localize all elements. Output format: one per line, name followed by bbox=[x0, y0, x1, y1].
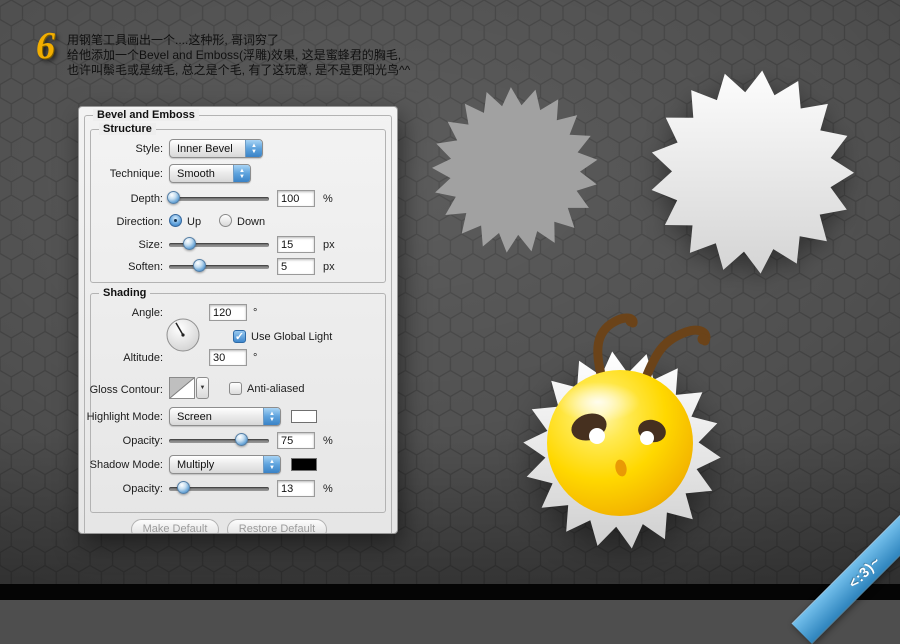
bee-eye-left-white bbox=[589, 428, 605, 444]
soften-unit: px bbox=[323, 261, 335, 273]
size-slider-thumb[interactable] bbox=[183, 237, 196, 250]
highlight-opacity-thumb[interactable] bbox=[235, 433, 248, 446]
style-dropdown-value: Inner Bevel bbox=[177, 143, 233, 155]
size-input[interactable] bbox=[277, 236, 315, 253]
arrow-down-icon: ▼ bbox=[239, 174, 245, 180]
altitude-unit: ° bbox=[253, 352, 257, 364]
gloss-contour-picker-button[interactable]: ▼ bbox=[196, 377, 209, 399]
bee-eye-right-white bbox=[640, 431, 654, 445]
size-label: Size: bbox=[79, 239, 163, 251]
direction-down-radio[interactable] bbox=[219, 214, 232, 227]
panel-title: Bevel and Emboss bbox=[93, 109, 199, 121]
bottom-black-bar bbox=[0, 584, 900, 600]
gloss-contour-thumbnail[interactable] bbox=[169, 377, 195, 399]
soften-input[interactable] bbox=[277, 258, 315, 275]
direction-label: Direction: bbox=[79, 216, 163, 228]
dropdown-arrows-icon: ▲ ▼ bbox=[233, 165, 250, 182]
size-unit: px bbox=[323, 239, 335, 251]
soften-slider[interactable] bbox=[169, 258, 269, 274]
angle-input[interactable] bbox=[209, 304, 247, 321]
dropdown-arrows-icon: ▲ ▼ bbox=[245, 140, 262, 157]
angle-dial[interactable] bbox=[165, 317, 201, 353]
shadow-opacity-label: Opacity: bbox=[79, 483, 163, 495]
shadow-opacity-unit: % bbox=[323, 483, 333, 495]
direction-down-label: Down bbox=[237, 216, 265, 228]
highlight-mode-value: Screen bbox=[177, 411, 212, 423]
depth-unit: % bbox=[323, 193, 333, 205]
altitude-input[interactable] bbox=[209, 349, 247, 366]
white-burst-shape bbox=[652, 71, 854, 274]
highlight-opacity-label: Opacity: bbox=[79, 435, 163, 447]
make-default-button[interactable]: Make Default bbox=[131, 519, 219, 534]
style-dropdown[interactable]: Inner Bevel ▲ ▼ bbox=[169, 139, 263, 158]
shadow-mode-value: Multiply bbox=[177, 459, 214, 471]
arrow-down-icon: ▼ bbox=[251, 149, 257, 155]
depth-slider[interactable] bbox=[169, 190, 269, 206]
depth-input[interactable] bbox=[277, 190, 315, 207]
soften-slider-thumb[interactable] bbox=[193, 259, 206, 272]
gray-burst-shape bbox=[432, 87, 597, 253]
tutorial-line-2: 给他添加一个Bevel and Emboss(浮雕)效果, 这是蜜蜂君的胸毛, bbox=[67, 48, 467, 63]
tutorial-line-3: 也许叫鬃毛或是绒毛, 总之是个毛, 有了这玩意, 是不是更阳光鸟^^ bbox=[67, 63, 467, 78]
technique-dropdown[interactable]: Smooth ▲ ▼ bbox=[169, 164, 251, 183]
shadow-mode-label: Shadow Mode: bbox=[79, 459, 163, 471]
highlight-mode-label: Highlight Mode: bbox=[79, 411, 163, 423]
arrow-down-icon: ▼ bbox=[269, 417, 275, 423]
depth-slider-track bbox=[169, 197, 269, 201]
bee-character bbox=[523, 316, 720, 549]
direction-up-label: Up bbox=[187, 216, 201, 228]
bee-antenna-right-tip bbox=[698, 334, 709, 345]
shading-title: Shading bbox=[99, 287, 150, 299]
use-global-light-checkbox[interactable]: ✓ bbox=[233, 330, 246, 343]
anti-aliased-label: Anti-aliased bbox=[247, 383, 304, 395]
soften-label: Soften: bbox=[79, 261, 163, 273]
size-slider[interactable] bbox=[169, 236, 269, 252]
use-global-light-label: Use Global Light bbox=[251, 331, 332, 343]
angle-label: Angle: bbox=[79, 307, 163, 319]
depth-label: Depth: bbox=[79, 193, 163, 205]
dropdown-arrows-icon: ▲ ▼ bbox=[263, 456, 280, 473]
gloss-contour-label: Gloss Contour: bbox=[79, 384, 163, 396]
highlight-mode-dropdown[interactable]: Screen ▲ ▼ bbox=[169, 407, 281, 426]
depth-slider-thumb[interactable] bbox=[167, 191, 180, 204]
tutorial-line-1: 用钢笔工具画出一个....这种形, 哥词穷了 bbox=[67, 33, 467, 48]
dropdown-arrow-icon: ▼ bbox=[200, 385, 206, 391]
highlight-opacity-input[interactable] bbox=[277, 432, 315, 449]
dropdown-arrows-icon: ▲ ▼ bbox=[263, 408, 280, 425]
tutorial-text: 用钢笔工具画出一个....这种形, 哥词穷了 给他添加一个Bevel and E… bbox=[67, 33, 467, 78]
shadow-color-swatch[interactable] bbox=[291, 458, 317, 471]
shadow-opacity-thumb[interactable] bbox=[177, 481, 190, 494]
highlight-opacity-unit: % bbox=[323, 435, 333, 447]
bee-antenna-left-tip bbox=[626, 316, 637, 327]
shadow-opacity-slider[interactable] bbox=[169, 480, 269, 496]
soften-slider-track bbox=[169, 265, 269, 269]
step-number: 6 bbox=[36, 24, 55, 68]
highlight-color-swatch[interactable] bbox=[291, 410, 317, 423]
shadow-mode-dropdown[interactable]: Multiply ▲ ▼ bbox=[169, 455, 281, 474]
direction-up-radio[interactable] bbox=[169, 214, 182, 227]
restore-default-button[interactable]: Restore Default bbox=[227, 519, 327, 534]
structure-title: Structure bbox=[99, 123, 156, 135]
arrow-down-icon: ▼ bbox=[269, 465, 275, 471]
style-label: Style: bbox=[79, 143, 163, 155]
technique-label: Technique: bbox=[79, 168, 163, 180]
technique-dropdown-value: Smooth bbox=[177, 168, 215, 180]
highlight-opacity-slider[interactable] bbox=[169, 432, 269, 448]
shadow-opacity-input[interactable] bbox=[277, 480, 315, 497]
angle-unit: ° bbox=[253, 307, 257, 319]
bevel-and-emboss-panel: Bevel and Emboss Structure Style: Inner … bbox=[78, 106, 398, 534]
highlight-opacity-track bbox=[169, 439, 269, 443]
checkmark-icon: ✓ bbox=[235, 331, 244, 343]
altitude-label: Altitude: bbox=[79, 352, 163, 364]
anti-aliased-checkbox[interactable] bbox=[229, 382, 242, 395]
